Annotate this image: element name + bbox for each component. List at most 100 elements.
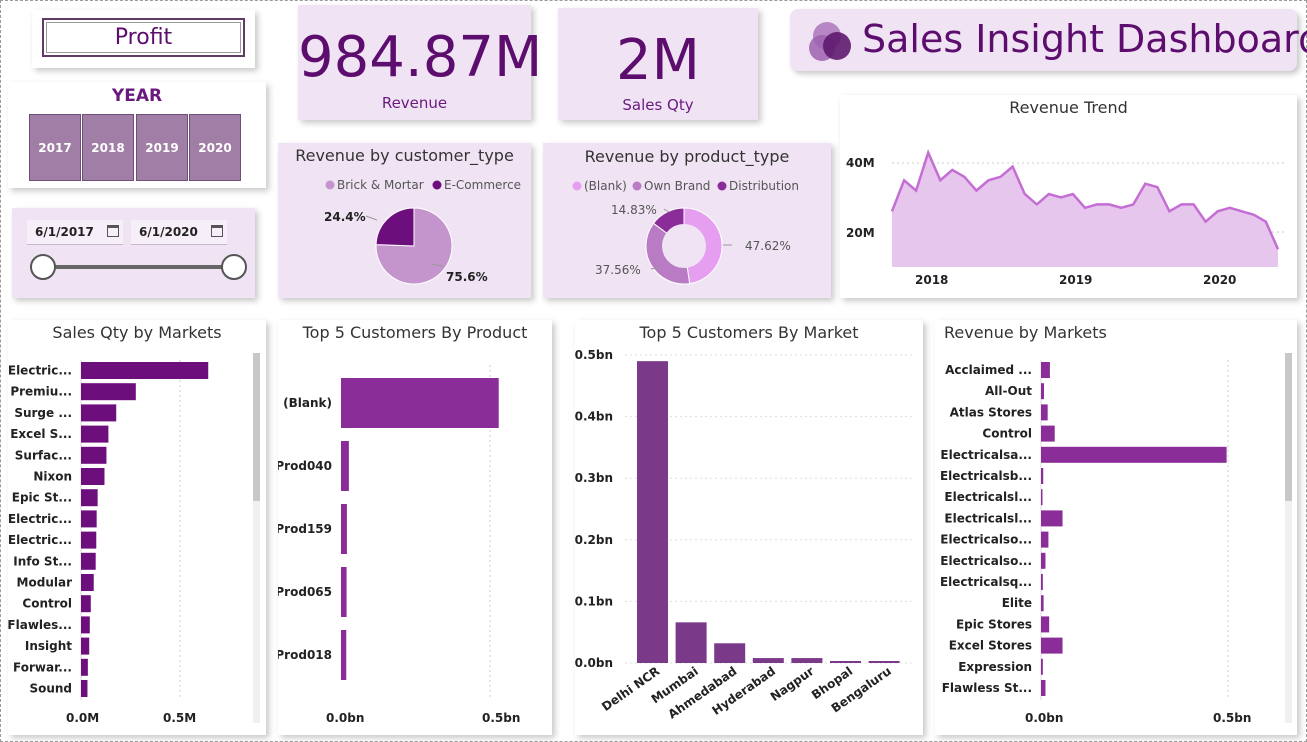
kpi-revenue-value: 984.87M [298,25,543,90]
calendar-icon[interactable] [211,225,223,237]
top5-market-chart: 0.5bn0.4bn0.3bn0.2bn0.1bn0.0bnDelhi NCRM… [575,348,915,722]
y-tick-label: 0.1bn [575,594,613,608]
bar[interactable] [81,574,94,591]
bar[interactable] [1041,531,1049,548]
bar[interactable] [1041,574,1043,590]
x-tick-label: 0.5bn [482,711,520,725]
bar[interactable] [1041,425,1055,442]
x-tick-label: 0.5bn [1213,711,1251,725]
bar[interactable] [714,643,746,663]
legend-dot [572,181,582,191]
calendar-icon[interactable] [107,225,119,237]
kpi-qty-label: Sales Qty [622,96,694,114]
bar[interactable] [791,658,823,663]
legend-label: Distribution [729,179,799,193]
category-label: Electricalsl... [944,490,1032,504]
category-label: Surge ... [14,406,72,420]
bar[interactable] [1041,468,1044,484]
profit-button[interactable]: Profit [42,18,245,57]
header-card: Sales Insight Dashboard [790,9,1307,71]
bar[interactable] [81,552,96,570]
bar[interactable] [81,637,90,655]
pie-value-label: 14.83% [611,203,657,217]
category-label: Epic St... [12,491,72,505]
bar[interactable] [81,658,88,676]
bar[interactable] [1041,552,1046,569]
bar[interactable] [81,616,90,634]
bar[interactable] [341,630,347,680]
bar[interactable] [341,441,349,491]
bar[interactable] [1041,404,1048,421]
revenue-markets-chart: 0.0bn 0.5bn Acclaimed ... All-Out Atlas St… [940,353,1292,725]
category-label: Electric... [8,364,72,378]
bar[interactable] [1041,362,1050,378]
bar[interactable] [81,362,209,379]
year-tile-2017[interactable]: 2017 [29,114,81,181]
category-label: Electricalso... [940,533,1032,547]
end-date-input[interactable]: 6/1/2020 [131,220,227,245]
category-label: Nixon [33,470,72,484]
pie-slice-e-commerce[interactable] [375,207,415,247]
bar[interactable] [81,404,117,422]
date-slider-end-handle[interactable] [221,254,247,280]
category-label: Excel Stores [949,639,1032,653]
category-label: Modular [17,576,73,590]
category-label: Premiu... [10,385,72,399]
category-label: Epic Stores [956,617,1032,631]
category-label: Electricalsl... [944,511,1032,525]
date-slider-track[interactable] [42,265,235,269]
bar[interactable] [341,567,347,617]
y-tick-label: 0.3bn [575,471,613,485]
bar[interactable] [1041,637,1063,654]
bar[interactable] [830,661,861,663]
bar[interactable] [81,510,97,528]
top5-product-chart: 0.0bn 0.5bn (Blank) Prod040 Prod159 Prod065… [278,365,520,725]
kpi-revenue-label: Revenue [381,94,448,112]
category-label: Flawles... [8,618,72,632]
category-label: (Blank) [283,396,332,410]
top5-product-card: Top 5 Customers By Product 0.0bn 0.5bn (… [278,320,552,735]
bar[interactable] [81,446,107,464]
bar[interactable] [81,489,98,507]
kpi-qty-card: 2M Sales Qty [558,8,758,120]
category-label: Electric... [8,533,72,547]
bar[interactable] [1041,510,1063,527]
bar[interactable] [1041,383,1044,400]
bar[interactable] [1041,489,1043,506]
bar[interactable] [81,595,91,613]
profit-card: Profit [32,10,255,68]
category-label: Electric... [8,512,72,526]
category-label: Sound [29,682,72,696]
product-type-card: Revenue by product_type (Blank) Own Bran… [543,143,831,298]
year-tile-2018[interactable]: 2018 [82,114,134,181]
bar[interactable] [81,383,136,401]
scrollbar-thumb[interactable] [253,353,260,501]
year-tile-2020[interactable]: 2020 [189,114,241,181]
bar[interactable] [341,378,499,428]
bar[interactable] [637,361,668,663]
bar[interactable] [81,680,88,697]
category-label: Delhi NCR [599,664,662,714]
bar[interactable] [1041,680,1046,696]
category-label: Expression [958,660,1032,674]
bar[interactable] [81,531,97,549]
y-tick-label: 0.4bn [575,410,613,424]
bar[interactable] [675,622,707,663]
bar[interactable] [341,504,347,554]
scrollbar-thumb[interactable] [1285,353,1292,501]
category-label: Prod040 [278,459,332,473]
bar[interactable] [868,661,900,663]
bar[interactable] [1041,446,1227,463]
category-label: Prod018 [278,648,332,662]
bar[interactable] [1041,595,1044,612]
revenue-trend-chart: 40M 20M 2018 2019 2020 [846,149,1285,287]
bar[interactable] [81,425,109,443]
bar[interactable] [1041,658,1043,675]
date-slider-start-handle[interactable] [30,254,56,280]
start-date-input[interactable]: 6/1/2017 [27,220,123,245]
year-tile-2019[interactable]: 2019 [136,114,188,181]
bar[interactable] [752,658,784,663]
bar[interactable] [81,468,105,485]
bar[interactable] [1041,616,1050,633]
category-label: Prod159 [278,522,332,536]
